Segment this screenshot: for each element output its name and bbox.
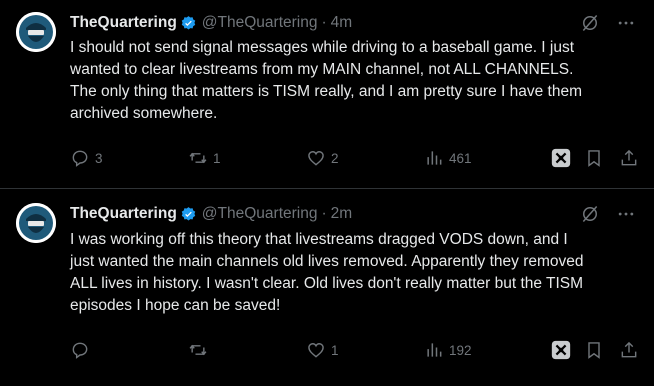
- reply-icon: [72, 342, 88, 359]
- tweet-text-line: archived somewhere.: [70, 105, 218, 122]
- views-count: 192: [449, 342, 472, 358]
- repost-icon: [189, 152, 207, 164]
- like-count: 2: [331, 150, 339, 166]
- tweet-text-line: just wanted the main channels old lives …: [70, 253, 584, 270]
- avatar-image: [16, 203, 56, 243]
- views-icon: [427, 151, 442, 165]
- grok-analyze-button[interactable]: [550, 146, 572, 170]
- tweet-text-line: I was working off this theory that lives…: [70, 231, 568, 248]
- timestamp[interactable]: 2m: [331, 205, 353, 223]
- tweet-top-icons: [580, 204, 636, 224]
- separator: ·: [321, 205, 327, 222]
- verified-badge-icon: [181, 206, 196, 221]
- separator: ·: [321, 14, 327, 31]
- views-button[interactable]: 192: [424, 338, 472, 362]
- grok-icon[interactable]: [580, 204, 600, 224]
- tweet-header: TheQuartering @TheQuartering · 2m: [70, 203, 352, 225]
- bookmark-icon: [588, 342, 600, 359]
- like-icon: [308, 151, 324, 166]
- reply-icon: [72, 150, 88, 167]
- timeline: TheQuartering @TheQuartering · 4m I shou…: [0, 0, 654, 386]
- tweet-text-line: The only thing that matters is TISM real…: [70, 83, 583, 100]
- views-button[interactable]: 461: [424, 146, 472, 170]
- display-name[interactable]: TheQuartering: [70, 205, 177, 223]
- share-button[interactable]: [619, 338, 639, 362]
- tweet-text-line: ALL lives in history. I wasn't clear. Ol…: [70, 275, 584, 292]
- views-count: 461: [449, 150, 472, 166]
- bookmark-icon: [588, 150, 600, 167]
- like-button[interactable]: 1: [306, 338, 339, 362]
- share-icon: [621, 341, 637, 358]
- repost-button[interactable]: [188, 338, 213, 362]
- grok-analyze-button[interactable]: [550, 338, 572, 362]
- tweet-top-icons: [580, 13, 636, 33]
- tweet-header: TheQuartering @TheQuartering · 4m: [70, 12, 352, 34]
- more-icon[interactable]: [616, 13, 636, 33]
- like-icon: [308, 343, 324, 358]
- tweet-text-line: wanted to clear livestreams from my MAIN…: [70, 61, 574, 78]
- tweet-actions: 1 192: [70, 338, 642, 362]
- timestamp[interactable]: 4m: [331, 14, 353, 32]
- tweet-actions: 3 1 2 461: [70, 146, 642, 170]
- grok-analyze-icon: [551, 148, 571, 168]
- views-icon: [427, 343, 442, 357]
- like-count: 1: [331, 342, 339, 358]
- verified-badge-icon: [181, 15, 196, 30]
- avatar[interactable]: [16, 203, 56, 243]
- reply-count: 3: [95, 150, 103, 166]
- more-icon[interactable]: [616, 204, 636, 224]
- tweet-text: I should not send signal messages while …: [70, 37, 640, 125]
- grok-analyze-icon: [551, 340, 571, 360]
- tweet-text: I was working off this theory that lives…: [70, 229, 640, 317]
- repost-count: 1: [213, 150, 221, 166]
- handle[interactable]: @TheQuartering: [202, 205, 318, 223]
- reply-button[interactable]: 3: [70, 146, 103, 170]
- display-name[interactable]: TheQuartering: [70, 14, 177, 32]
- bookmark-button[interactable]: [584, 146, 604, 170]
- avatar-image: [16, 12, 56, 52]
- share-icon: [621, 149, 637, 166]
- reply-button[interactable]: [70, 338, 95, 362]
- tweet[interactable]: TheQuartering @TheQuartering · 4m I shou…: [0, 0, 654, 188]
- tweet-text-line: episodes I hope can be saved!: [70, 297, 281, 314]
- handle[interactable]: @TheQuartering: [202, 14, 318, 32]
- share-button[interactable]: [619, 146, 639, 170]
- tweet[interactable]: TheQuartering @TheQuartering · 2m I was …: [0, 189, 654, 386]
- like-button[interactable]: 2: [306, 146, 339, 170]
- repost-icon: [189, 344, 207, 356]
- tweet-text-line: I should not send signal messages while …: [70, 39, 575, 56]
- grok-icon[interactable]: [580, 13, 600, 33]
- bookmark-button[interactable]: [584, 338, 604, 362]
- avatar[interactable]: [16, 12, 56, 52]
- repost-button[interactable]: 1: [188, 146, 221, 170]
